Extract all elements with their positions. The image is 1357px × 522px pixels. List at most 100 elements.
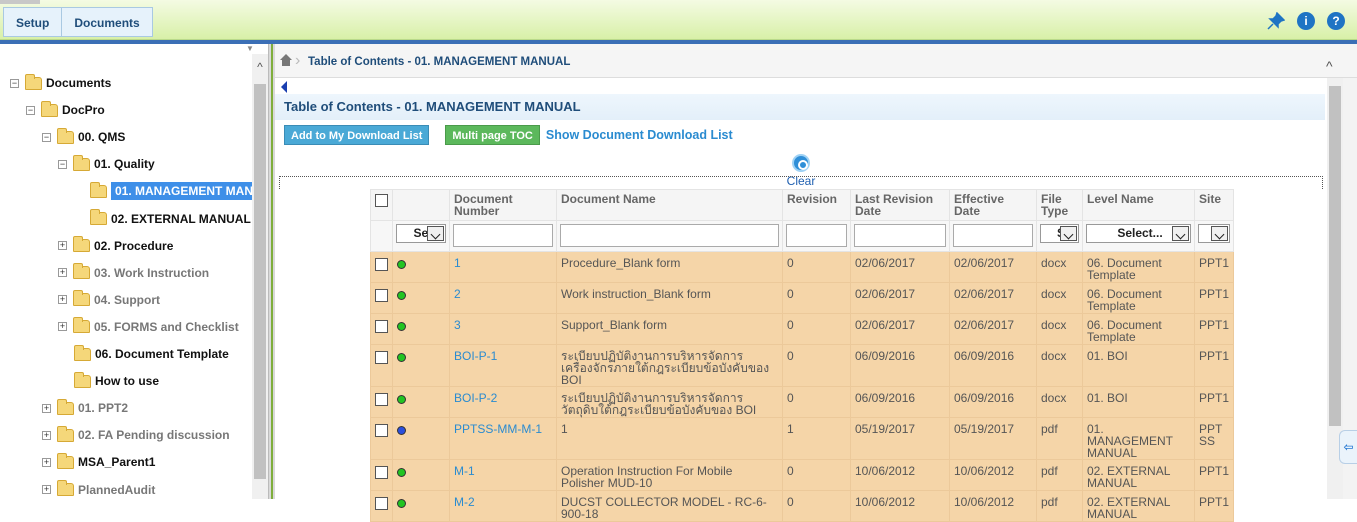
tree-node-label[interactable]: 02. FA Pending discussion (78, 428, 230, 442)
scroll-up-icon[interactable]: ^ (1326, 58, 1333, 74)
tree-node-label[interactable]: MSA_Parent1 (78, 455, 155, 469)
expand-icon[interactable]: + (42, 457, 51, 467)
back-arrow-icon[interactable] (281, 81, 287, 93)
document-number-link[interactable]: PPTSS-MM-M-1 (454, 422, 542, 436)
info-icon[interactable]: i (1297, 12, 1315, 30)
tree-node[interactable]: +05. FORMS and Checklist (58, 317, 239, 337)
row-checkbox[interactable] (375, 466, 388, 479)
last-revision-date-filter-input[interactable] (854, 224, 946, 247)
expand-icon[interactable]: + (42, 403, 51, 413)
document-number-link[interactable]: BOI-P-2 (454, 391, 497, 405)
tree-collapse-arrow-icon[interactable]: ▼ (246, 44, 254, 53)
tree-node[interactable]: − 00. QMS (42, 127, 125, 147)
tree-node-label[interactable]: 05. FORMS and Checklist (94, 320, 239, 334)
expand-icon[interactable]: + (42, 485, 51, 494)
table-row[interactable]: BOI-P-2 ระเบียบปฏิบัติงานการบริหารจัดการว… (370, 386, 1235, 418)
header-site[interactable]: Site (1193, 189, 1235, 221)
pane-splitter[interactable] (268, 44, 275, 499)
home-icon[interactable] (279, 54, 293, 68)
tree-node[interactable]: 06. Document Template (74, 344, 229, 364)
tree-node-label[interactable]: 06. Document Template (95, 347, 229, 361)
tree-node[interactable]: How to use (74, 371, 159, 391)
pin-icon[interactable] (1267, 11, 1286, 33)
table-row[interactable]: 2 Work instruction_Blank form 0 02/06/2017 0… (370, 282, 1235, 314)
expand-icon[interactable]: + (58, 268, 67, 278)
expand-icon[interactable]: + (58, 241, 67, 251)
tree-node-label[interactable]: 00. QMS (78, 130, 125, 144)
tree-node-label[interactable]: DocPro (62, 103, 105, 117)
row-checkbox[interactable] (375, 393, 388, 406)
tree-node-label[interactable]: How to use (95, 374, 159, 388)
side-panel-toggle-icon[interactable]: ⇦ (1339, 430, 1357, 464)
expand-icon[interactable]: + (58, 295, 67, 305)
tree-node[interactable]: + PlannedAudit (42, 480, 155, 500)
document-number-link[interactable]: M-2 (454, 495, 475, 509)
tree-node-label[interactable]: Documents (46, 76, 111, 90)
chevron-down-icon[interactable] (1172, 226, 1189, 241)
select-all-checkbox[interactable] (375, 194, 388, 207)
row-checkbox[interactable] (375, 424, 388, 437)
effective-date-filter-input[interactable] (953, 224, 1033, 247)
table-row[interactable]: 1 Procedure_Blank form 0 02/06/2017 02/06/20… (370, 251, 1235, 283)
scroll-up-icon[interactable]: ^ (252, 60, 268, 76)
document-name-filter-input[interactable] (560, 224, 779, 247)
tab-documents[interactable]: Documents (62, 7, 153, 37)
header-document-number[interactable]: Document Number (449, 189, 557, 221)
tree-node[interactable]: +04. Support (58, 290, 160, 310)
site-filter-select[interactable] (1198, 224, 1231, 243)
expand-icon[interactable]: + (42, 430, 51, 440)
collapse-icon[interactable]: − (26, 105, 35, 115)
search-icon[interactable] (792, 154, 810, 172)
table-row[interactable]: PPTSS-MM-M-1 1 1 05/19/2017 05/19/2017 pdf 01.… (370, 417, 1235, 460)
table-row[interactable]: M-2 DUCST COLLECTOR MODEL - RC-6-900-18 0 1… (370, 490, 1235, 522)
tree-node[interactable]: − Documents (10, 73, 111, 93)
chevron-down-icon[interactable] (1060, 226, 1077, 241)
tree-node-label[interactable]: 02. EXTERNAL MANUAL (111, 212, 251, 226)
row-checkbox[interactable] (375, 258, 388, 271)
collapse-icon[interactable]: − (58, 159, 67, 169)
file-type-filter-select[interactable]: S (1040, 224, 1079, 243)
chevron-down-icon[interactable] (427, 226, 444, 241)
tree-node-label[interactable]: PlannedAudit (78, 483, 155, 497)
tree-node[interactable]: +03. Work Instruction (58, 263, 209, 283)
show-download-list-link[interactable]: Show Document Download List (546, 128, 733, 142)
table-row[interactable]: BOI-P-1 ระเบียบปฏิบัติงานการบริหารจัดการเ… (370, 344, 1235, 387)
document-number-link[interactable]: 1 (454, 256, 461, 270)
header-document-name[interactable]: Document Name (556, 189, 783, 221)
add-to-download-list-button[interactable]: Add to My Download List (284, 125, 430, 145)
content-scrollbar-thumb[interactable] (1329, 86, 1341, 426)
header-file-type[interactable]: File Type (1036, 189, 1083, 221)
level-name-filter-select[interactable]: Select... (1086, 224, 1191, 243)
document-number-link[interactable]: 2 (454, 287, 461, 301)
collapse-icon[interactable]: − (10, 78, 19, 88)
chevron-down-icon[interactable] (1211, 226, 1229, 241)
breadcrumb-current[interactable]: Table of Contents - 01. MANAGEMENT MANUA… (308, 56, 570, 68)
tree-node[interactable]: +02. Procedure (58, 236, 173, 256)
header-revision[interactable]: Revision (782, 189, 851, 221)
tree-scrollbar[interactable]: ^ (252, 54, 268, 499)
tree-node[interactable]: +02. FA Pending discussion (42, 425, 230, 445)
tree-node[interactable]: + MSA_Parent1 (42, 452, 155, 472)
header-level-name[interactable]: Level Name (1082, 189, 1195, 221)
header-last-revision-date[interactable]: Last Revision Date (850, 189, 950, 221)
document-number-filter-input[interactable] (453, 224, 553, 247)
row-checkbox[interactable] (375, 289, 388, 302)
header-effective-date[interactable]: Effective Date (949, 189, 1037, 221)
tree-node-label[interactable]: 01. PPT2 (78, 401, 128, 415)
tree-node[interactable]: 02. EXTERNAL MANUAL (90, 209, 251, 229)
document-number-link[interactable]: M-1 (454, 464, 475, 478)
revision-filter-input[interactable] (786, 224, 847, 247)
tree-scrollbar-thumb[interactable] (254, 84, 266, 479)
table-row[interactable]: M-1 Operation Instruction For Mobile Poli… (370, 459, 1235, 491)
tree-node-label[interactable]: 02. Procedure (94, 239, 173, 253)
tree-node[interactable]: +01. PPT2 (42, 398, 128, 418)
tree-node-label[interactable]: 01. Quality (94, 157, 155, 171)
row-checkbox[interactable] (375, 320, 388, 333)
tree-node-label[interactable]: 03. Work Instruction (94, 266, 209, 280)
collapse-icon[interactable]: − (42, 132, 51, 142)
tree-node[interactable]: − DocPro (26, 100, 105, 120)
row-checkbox[interactable] (375, 351, 388, 364)
document-number-link[interactable]: 3 (454, 318, 461, 332)
tree-node-label[interactable]: 04. Support (94, 293, 160, 307)
table-row[interactable]: 3 Support_Blank form 0 02/06/2017 02/06/2017… (370, 313, 1235, 345)
